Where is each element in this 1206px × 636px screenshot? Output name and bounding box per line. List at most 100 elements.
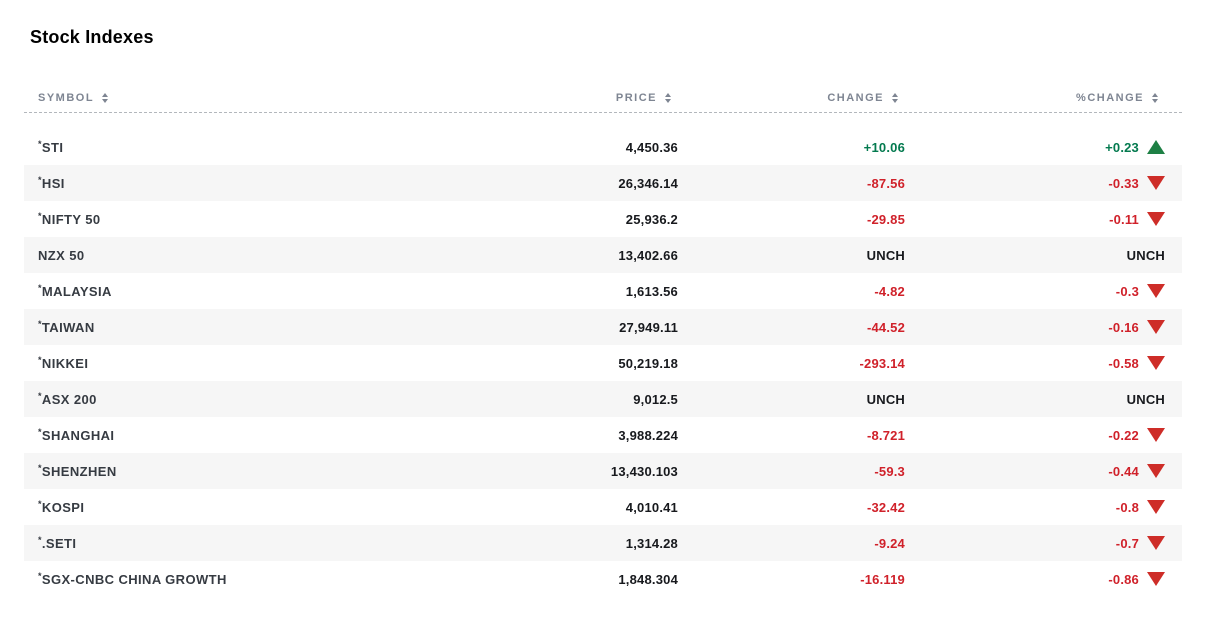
pct-change-value: -0.86 bbox=[1108, 571, 1139, 587]
table-row[interactable]: *.SETI 1,314.28 -9.24 -0.7 bbox=[24, 525, 1182, 561]
change-value: -59.3 bbox=[874, 463, 905, 479]
arrow-slot bbox=[1139, 500, 1165, 514]
symbol-cell[interactable]: *SHANGHAI bbox=[38, 427, 498, 443]
change-value: UNCH bbox=[866, 391, 905, 407]
table-row[interactable]: *ASX 200 9,012.5 UNCH UNCH bbox=[24, 381, 1182, 417]
pct-change-cell: -0.7 bbox=[905, 536, 1165, 551]
header-price-label: PRICE bbox=[615, 92, 657, 104]
table-row[interactable]: *KOSPI 4,010.41 -32.42 -0.8 bbox=[24, 489, 1182, 525]
price-value: 1,848.304 bbox=[618, 571, 678, 587]
table-row[interactable]: *SGX-CNBC CHINA GROWTH 1,848.304 -16.119… bbox=[24, 561, 1182, 597]
pct-change-value: UNCH bbox=[1126, 247, 1165, 263]
sort-icon bbox=[892, 93, 898, 103]
symbol-label: NIFTY 50 bbox=[41, 212, 101, 227]
symbol-cell[interactable]: *ASX 200 bbox=[38, 391, 498, 407]
arrow-down-icon bbox=[1147, 284, 1165, 298]
pct-change-value: -0.3 bbox=[1115, 283, 1139, 299]
table-row[interactable]: *SHENZHEN 13,430.103 -59.3 -0.44 bbox=[24, 453, 1182, 489]
arrow-slot bbox=[1139, 284, 1165, 298]
header-price[interactable]: PRICE bbox=[498, 92, 678, 104]
symbol-label: STI bbox=[41, 140, 64, 155]
price-value: 4,450.36 bbox=[625, 139, 678, 155]
header-symbol[interactable]: SYMBOL bbox=[38, 92, 498, 104]
pct-change-value: -0.11 bbox=[1109, 211, 1139, 227]
table-row[interactable]: NZX 50 13,402.66 UNCH UNCH bbox=[24, 237, 1182, 273]
arrow-down-icon bbox=[1147, 464, 1165, 478]
price-value: 25,936.2 bbox=[625, 211, 678, 227]
pct-change-cell: -0.44 bbox=[905, 464, 1165, 479]
pct-change-cell: UNCH bbox=[905, 392, 1165, 407]
arrow-down-icon bbox=[1147, 428, 1165, 442]
pct-change-cell: -0.16 bbox=[905, 320, 1165, 335]
arrow-down-icon bbox=[1147, 176, 1165, 190]
symbol-label: SHENZHEN bbox=[41, 464, 117, 479]
arrow-slot bbox=[1139, 572, 1165, 586]
header-change[interactable]: CHANGE bbox=[678, 92, 905, 104]
change-value: +10.06 bbox=[863, 139, 905, 155]
symbol-label: ASX 200 bbox=[41, 392, 97, 407]
price-value: 9,012.5 bbox=[633, 391, 678, 407]
arrow-down-icon bbox=[1147, 356, 1165, 370]
symbol-cell[interactable]: *STI bbox=[38, 139, 498, 155]
page-title: Stock Indexes bbox=[30, 27, 154, 47]
price-value: 3,988.224 bbox=[618, 427, 678, 443]
change-value: -16.119 bbox=[860, 571, 905, 587]
arrow-slot bbox=[1139, 428, 1165, 442]
symbol-label: NIKKEI bbox=[41, 356, 89, 371]
arrow-slot bbox=[1139, 176, 1165, 190]
sort-icon bbox=[1152, 93, 1158, 103]
table-row[interactable]: *TAIWAN 27,949.11 -44.52 -0.16 bbox=[24, 309, 1182, 345]
sort-icon bbox=[102, 93, 109, 103]
price-value: 50,219.18 bbox=[618, 355, 678, 371]
symbol-label: HSI bbox=[41, 176, 65, 191]
symbol-label: .SETI bbox=[41, 536, 77, 551]
symbol-cell[interactable]: NZX 50 bbox=[38, 247, 498, 263]
change-value: -32.42 bbox=[866, 499, 905, 515]
header-pct-change[interactable]: %CHANGE bbox=[905, 92, 1165, 104]
symbol-cell[interactable]: *NIKKEI bbox=[38, 355, 498, 371]
pct-change-value: -0.58 bbox=[1108, 355, 1139, 371]
pct-change-value: UNCH bbox=[1126, 391, 1165, 407]
change-value: -4.82 bbox=[874, 283, 905, 299]
arrow-down-icon bbox=[1147, 320, 1165, 334]
price-value: 1,314.28 bbox=[625, 535, 678, 551]
symbol-label: MALAYSIA bbox=[41, 284, 112, 299]
pct-change-cell: -0.3 bbox=[905, 284, 1165, 299]
table-row[interactable]: *HSI 26,346.14 -87.56 -0.33 bbox=[24, 165, 1182, 201]
pct-change-value: -0.8 bbox=[1115, 499, 1139, 515]
change-value: -9.24 bbox=[874, 535, 905, 551]
symbol-label: SGX-CNBC CHINA GROWTH bbox=[41, 572, 227, 587]
arrow-slot bbox=[1139, 536, 1165, 550]
arrow-down-icon bbox=[1147, 500, 1165, 514]
change-value: -293.14 bbox=[859, 355, 905, 371]
symbol-cell[interactable]: *TAIWAN bbox=[38, 319, 498, 335]
pct-change-cell: -0.8 bbox=[905, 500, 1165, 515]
arrow-slot bbox=[1139, 212, 1165, 226]
symbol-cell[interactable]: *SGX-CNBC CHINA GROWTH bbox=[38, 571, 498, 587]
table-row[interactable]: *NIFTY 50 25,936.2 -29.85 -0.11 bbox=[24, 201, 1182, 237]
symbol-cell[interactable]: *.SETI bbox=[38, 535, 498, 551]
table-row[interactable]: *STI 4,450.36 +10.06 +0.23 bbox=[24, 129, 1182, 165]
symbol-cell[interactable]: *MALAYSIA bbox=[38, 283, 498, 299]
pct-change-cell: -0.11 bbox=[905, 212, 1165, 227]
table-row[interactable]: *SHANGHAI 3,988.224 -8.721 -0.22 bbox=[24, 417, 1182, 453]
table-header-row: SYMBOL PRICE CHANGE %CHANGE bbox=[24, 84, 1182, 113]
change-value: -8.721 bbox=[866, 427, 905, 443]
symbol-label: NZX 50 bbox=[38, 248, 85, 263]
sort-icon bbox=[665, 93, 671, 103]
pct-change-value: -0.7 bbox=[1115, 535, 1139, 551]
symbol-cell[interactable]: *KOSPI bbox=[38, 499, 498, 515]
table-row[interactable]: *NIKKEI 50,219.18 -293.14 -0.58 bbox=[24, 345, 1182, 381]
table-row[interactable]: *MALAYSIA 1,613.56 -4.82 -0.3 bbox=[24, 273, 1182, 309]
symbol-label: TAIWAN bbox=[41, 320, 95, 335]
symbol-cell[interactable]: *HSI bbox=[38, 175, 498, 191]
symbol-cell[interactable]: *NIFTY 50 bbox=[38, 211, 498, 227]
table-body: *STI 4,450.36 +10.06 +0.23 *HSI 26,346.1… bbox=[24, 129, 1182, 597]
arrow-down-icon bbox=[1147, 212, 1165, 226]
price-value: 13,402.66 bbox=[618, 247, 678, 263]
arrow-slot bbox=[1139, 464, 1165, 478]
symbol-cell[interactable]: *SHENZHEN bbox=[38, 463, 498, 479]
pct-change-cell: -0.22 bbox=[905, 428, 1165, 443]
arrow-down-icon bbox=[1147, 572, 1165, 586]
price-value: 13,430.103 bbox=[610, 463, 678, 479]
